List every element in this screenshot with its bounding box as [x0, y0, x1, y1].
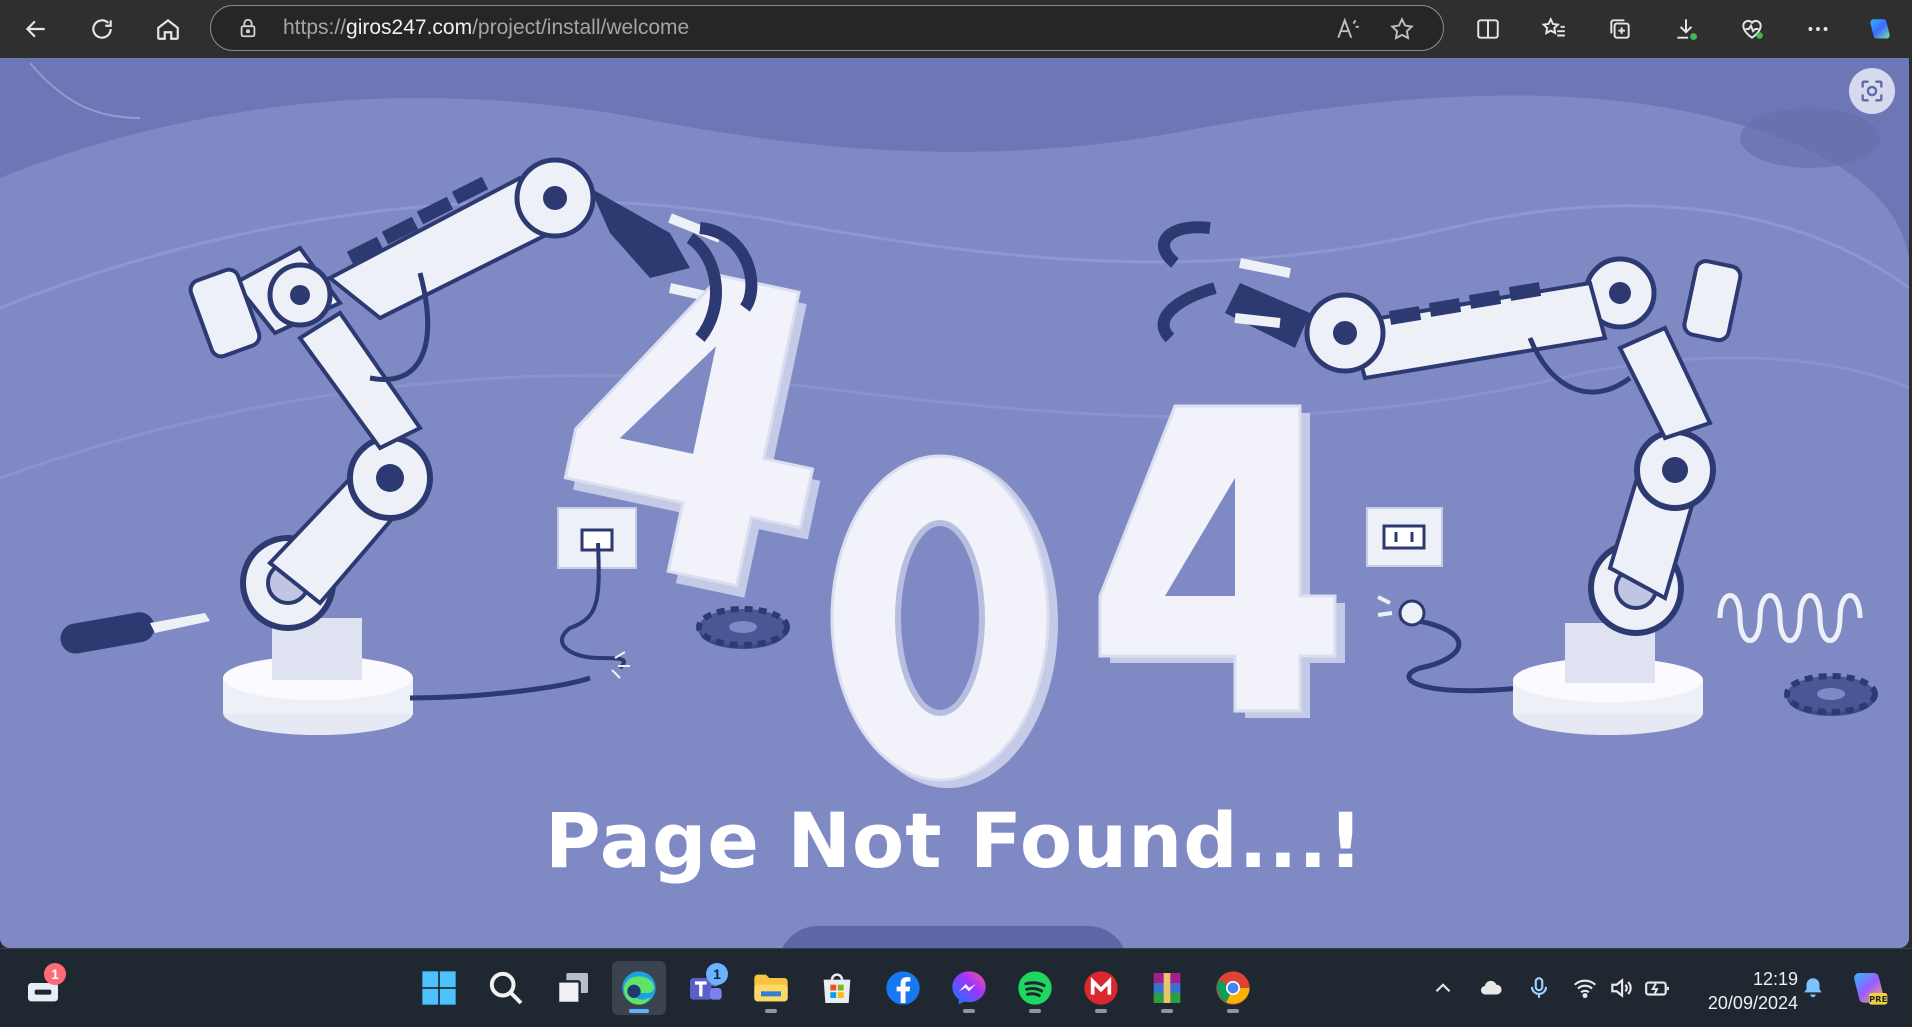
- winrar-taskbar-app[interactable]: [1140, 961, 1194, 1015]
- more-menu-button[interactable]: [1798, 9, 1838, 49]
- clock-date: 20/09/2024: [1707, 993, 1798, 1013]
- spotify-icon: [1018, 971, 1052, 1005]
- url-text[interactable]: https://giros247.com/project/install/wel…: [283, 16, 689, 40]
- browser-toolbar: https://giros247.com/project/install/wel…: [0, 0, 1912, 58]
- wifi-icon: [1573, 979, 1597, 999]
- battery-tray-button[interactable]: [1640, 971, 1674, 1005]
- messenger-taskbar-app[interactable]: [942, 961, 996, 1015]
- chrome-icon: [1216, 971, 1250, 1005]
- folder-icon: [754, 974, 788, 1002]
- heart-pulse-icon: [1742, 19, 1763, 39]
- svg-text:PRE: PRE: [1869, 994, 1888, 1004]
- messenger-icon: [952, 971, 986, 1005]
- running-indicator: [1029, 1009, 1041, 1013]
- chevron-up-icon: [1435, 983, 1451, 993]
- mega-taskbar-app[interactable]: [1074, 961, 1128, 1015]
- bottom-panel-tab[interactable]: [778, 926, 1128, 948]
- onedrive-tray-button[interactable]: [1474, 971, 1508, 1005]
- gear-right: [1784, 673, 1878, 716]
- mega-icon: [1084, 971, 1118, 1005]
- back-arrow-icon: [25, 20, 45, 38]
- collections-button[interactable]: [1600, 9, 1640, 49]
- address-bar[interactable]: https://giros247.com/project/install/wel…: [210, 5, 1444, 51]
- clock-time: 12:19: [1752, 969, 1798, 989]
- task-view-button[interactable]: [546, 961, 600, 1015]
- bell-icon: [1804, 978, 1822, 998]
- collections-icon: [1610, 19, 1630, 39]
- running-indicator: [1161, 1009, 1173, 1013]
- task-view-icon: [556, 973, 588, 1005]
- file-explorer-taskbar-app[interactable]: [744, 961, 798, 1015]
- speaker-icon: [1611, 978, 1632, 998]
- volume-tray-button[interactable]: [1604, 971, 1638, 1005]
- download-icon: [1677, 19, 1698, 41]
- running-indicator: [963, 1009, 975, 1013]
- copilot-taskbar-button[interactable]: PRE: [1842, 961, 1896, 1015]
- running-indicator: [1095, 1009, 1107, 1013]
- edge-browser-icon: [622, 971, 656, 1005]
- url-host: giros247.com: [346, 16, 473, 39]
- microphone-icon: [1530, 977, 1548, 998]
- widgets-badge: 1: [44, 963, 66, 985]
- visual-search-button[interactable]: [1849, 68, 1895, 114]
- running-indicator: [765, 1009, 777, 1013]
- notifications-button[interactable]: [1796, 971, 1830, 1005]
- gear-left: [696, 606, 790, 649]
- windows-taskbar: 1 1 12:19 20/09/2024 PRE: [0, 948, 1912, 1027]
- digit-zero: [830, 454, 1058, 788]
- active-indicator: [629, 1009, 649, 1013]
- start-button[interactable]: [412, 961, 466, 1015]
- page-viewport: Page Not Found...!: [0, 58, 1909, 948]
- facebook-taskbar-app[interactable]: [876, 961, 930, 1015]
- favorite-star-icon[interactable]: [1389, 16, 1415, 42]
- microsoft-store-taskbar-app[interactable]: [810, 961, 864, 1015]
- copilot-icon: [1870, 19, 1890, 39]
- winrar-icon: [1153, 973, 1181, 1003]
- favorites-list-icon: [1541, 16, 1565, 37]
- cloud-icon: [1480, 980, 1502, 995]
- home-icon: [157, 18, 179, 40]
- search-icon: [489, 971, 523, 1005]
- url-path: /project/install/welcome: [472, 16, 690, 39]
- read-aloud-icon[interactable]: [1335, 16, 1361, 42]
- system-clock[interactable]: 12:19 20/09/2024: [1688, 967, 1798, 1015]
- microphone-tray-button[interactable]: [1522, 971, 1556, 1005]
- search-button[interactable]: [479, 961, 533, 1015]
- widgets-button[interactable]: 1: [16, 961, 70, 1015]
- favorites-button[interactable]: [1534, 9, 1574, 49]
- visual-search-icon: [1861, 80, 1883, 102]
- wifi-tray-button[interactable]: [1568, 971, 1602, 1005]
- split-screen-icon: [1477, 19, 1499, 39]
- store-icon: [823, 973, 851, 1003]
- battery-charging-icon: [1645, 981, 1669, 996]
- downloads-button[interactable]: [1666, 9, 1706, 49]
- refresh-icon: [92, 19, 112, 39]
- lock-icon[interactable]: [237, 17, 259, 39]
- back-button[interactable]: [16, 9, 56, 49]
- copilot-pre-icon: PRE: [1854, 973, 1888, 1005]
- url-scheme: https://: [283, 16, 347, 39]
- browser-essentials-button[interactable]: [1732, 9, 1772, 49]
- page-not-found-heading: Page Not Found...!: [545, 796, 1364, 885]
- show-hidden-icons-button[interactable]: [1426, 971, 1460, 1005]
- copilot-button[interactable]: [1860, 9, 1900, 49]
- teams-taskbar-app[interactable]: 1: [678, 961, 732, 1015]
- windows-logo-icon: [422, 971, 456, 1005]
- refresh-button[interactable]: [82, 9, 122, 49]
- facebook-icon: [886, 971, 920, 1005]
- chrome-taskbar-app[interactable]: [1206, 961, 1260, 1015]
- edge-taskbar-app[interactable]: [612, 961, 666, 1015]
- spotify-taskbar-app[interactable]: [1008, 961, 1062, 1015]
- home-button[interactable]: [148, 9, 188, 49]
- ellipsis-icon: [1808, 27, 1828, 31]
- running-indicator: [1227, 1009, 1239, 1013]
- teams-badge: 1: [706, 963, 728, 985]
- split-screen-button[interactable]: [1468, 9, 1508, 49]
